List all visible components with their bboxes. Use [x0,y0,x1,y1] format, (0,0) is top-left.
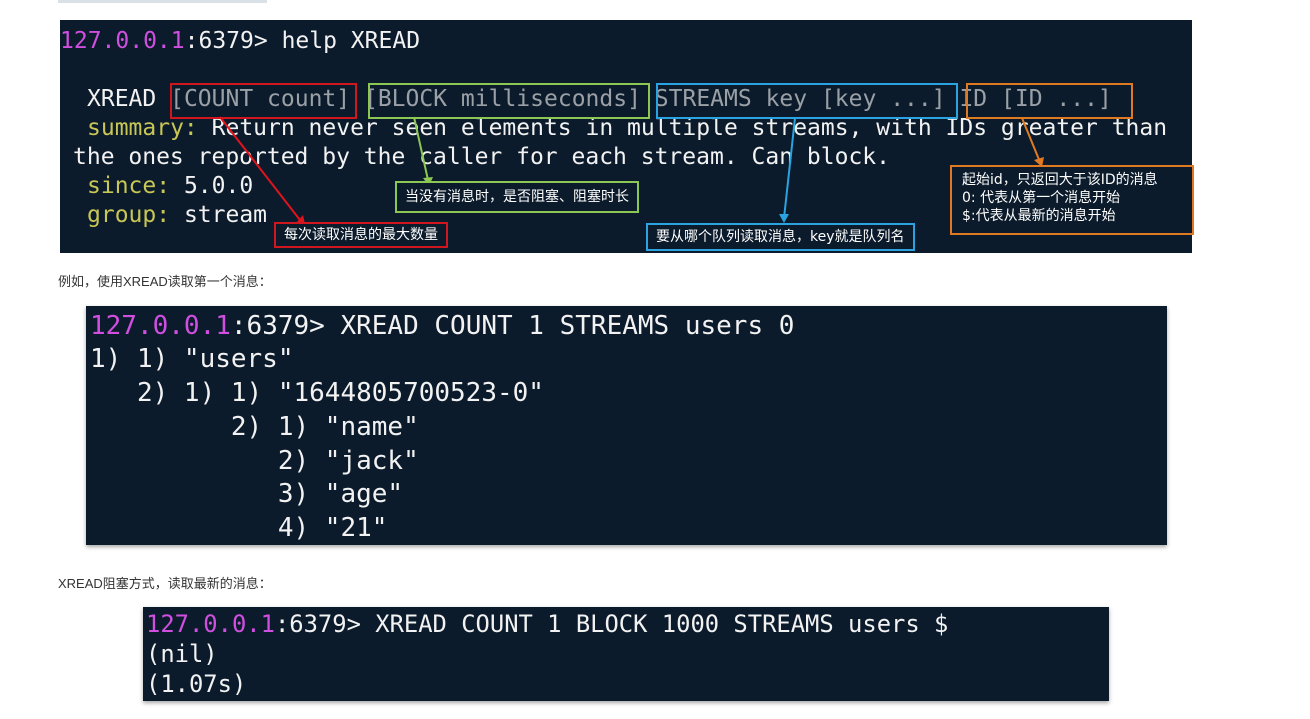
paragraph-example1: 例如，使用XREAD读取第一个消息： [58,274,272,289]
output-line: (nil) [146,640,218,668]
output-line: (1.07s) [146,670,247,698]
output-line: 1) 1) "users" [90,344,294,374]
prompt-line: 127.0.0.1:6379> XREAD COUNT 1 STREAMS us… [90,311,794,341]
example2-terminal: 127.0.0.1:6379> XREAD COUNT 1 BLOCK 1000… [143,607,1109,701]
prompt-port: :6379> [274,610,361,638]
id-annotation: 起始id，只返回大于该ID的消息 0: 代表从第一个消息开始 $:代表从最新的消… [950,165,1194,235]
block-annotation: 当没有消息时，是否阻塞、阻塞时长 [395,181,639,213]
output-line: 3) "age" [90,479,404,509]
output-line: 2) "jack" [90,446,419,476]
output-line: 2) 1) "name" [90,412,419,442]
prompt-host: 127.0.0.1 [146,610,275,638]
command: XREAD COUNT 1 BLOCK 1000 STREAMS users $ [360,610,949,638]
output-line: 2) 1) 1) "1644805700523-0" [90,378,544,408]
command: XREAD COUNT 1 STREAMS users 0 [324,311,795,341]
output-line: 4) "21" [90,513,388,543]
streams-annotation: 要从哪个队列读取消息，key就是队列名 [646,223,915,251]
prompt-line: 127.0.0.1:6379> XREAD COUNT 1 BLOCK 1000… [146,610,948,638]
count-annotation: 每次读取消息的最大数量 [274,222,448,248]
prompt-port: :6379> [230,311,325,341]
paragraph-example2: XREAD阻塞方式，读取最新的消息： [58,576,272,591]
prompt-host: 127.0.0.1 [90,311,231,341]
example1-terminal: 127.0.0.1:6379> XREAD COUNT 1 STREAMS us… [86,306,1167,545]
